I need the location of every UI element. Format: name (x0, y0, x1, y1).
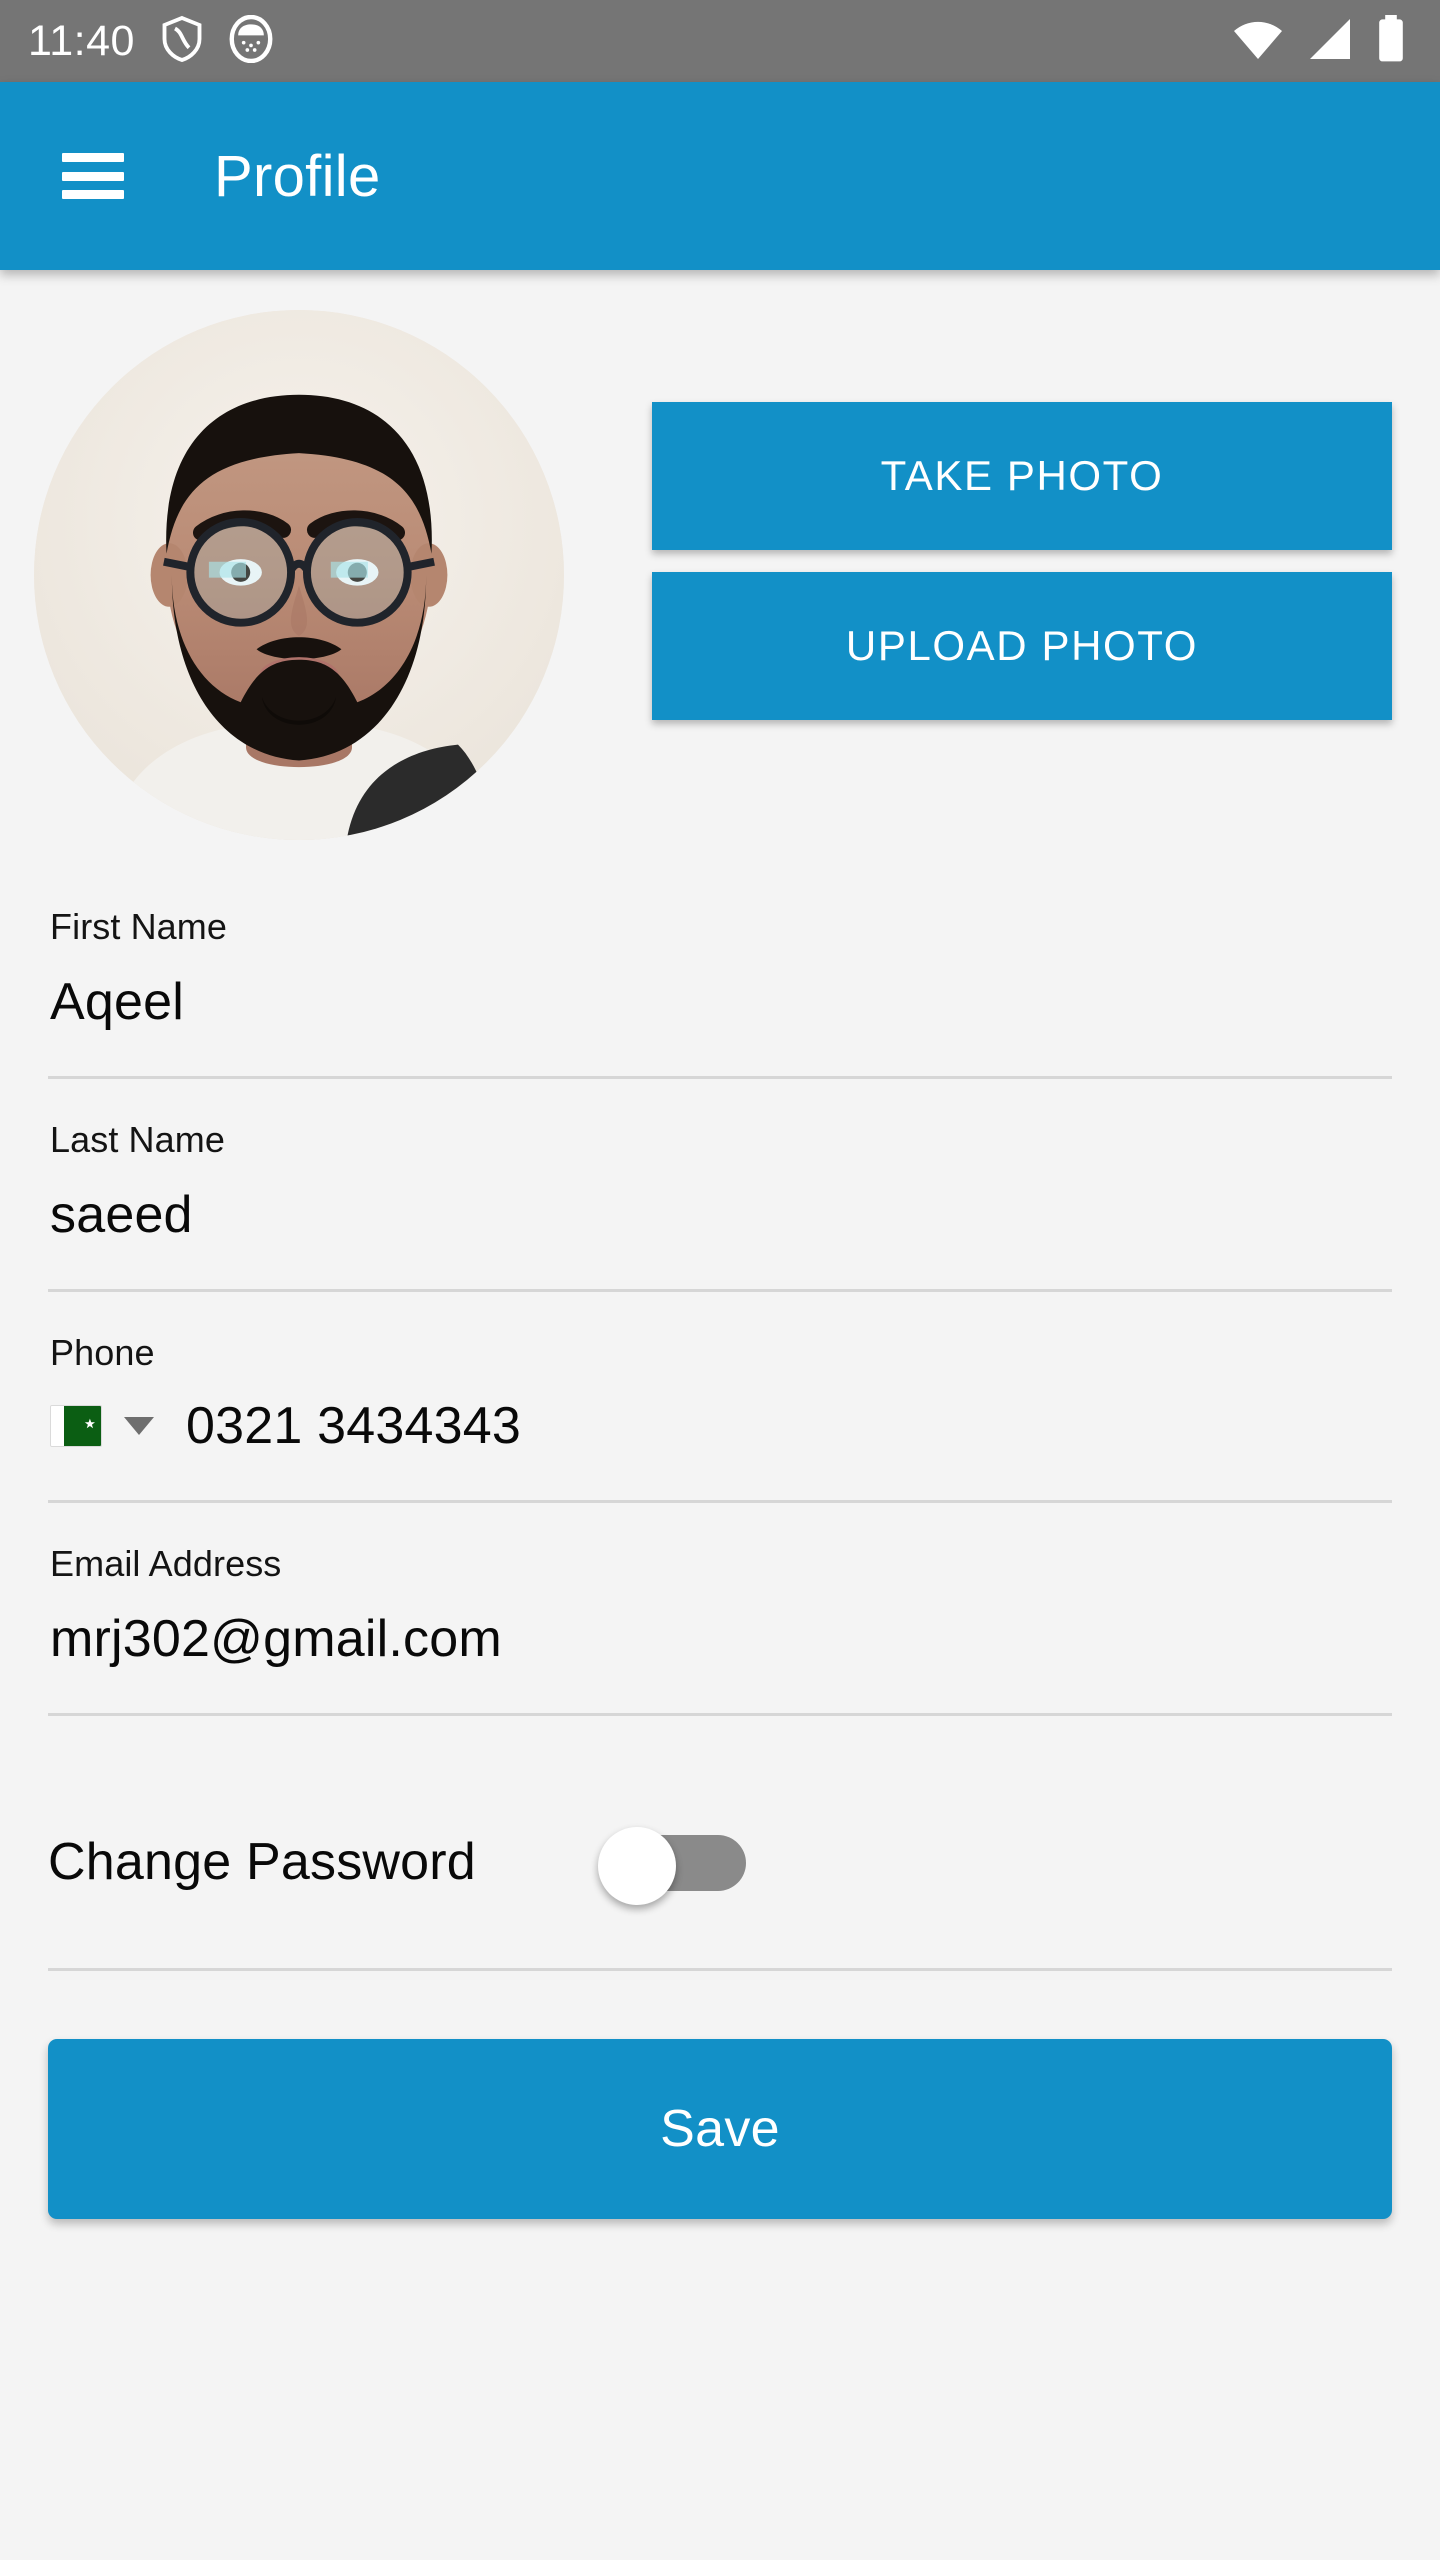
email-label: Email Address (50, 1543, 282, 1584)
profile-content: TAKE PHOTO UPLOAD PHOTO First Name Aqeel… (0, 270, 1440, 2560)
pakistan-flag-icon[interactable] (50, 1405, 102, 1447)
field-divider (48, 1713, 1392, 1716)
hamburger-line (62, 171, 124, 181)
field-divider (48, 1500, 1392, 1503)
last-name-label: Last Name (50, 1119, 225, 1160)
cellular-signal-icon (1306, 17, 1354, 66)
first-name-input[interactable]: Aqeel (48, 972, 1392, 1032)
photo-section: TAKE PHOTO UPLOAD PHOTO (34, 270, 1392, 840)
hamburger-line (62, 153, 124, 162)
battery-full-icon (1376, 14, 1406, 68)
chevron-down-icon[interactable] (124, 1417, 154, 1435)
phone-label: Phone (50, 1332, 155, 1373)
hamburger-line (62, 190, 124, 199)
phone-number-input[interactable]: 0321 3434343 (186, 1396, 521, 1456)
page-title: Profile (214, 143, 381, 209)
wifi-icon (1232, 17, 1284, 66)
field-first-name: First Name Aqeel (48, 906, 1392, 1079)
save-button[interactable]: Save (48, 2039, 1392, 2219)
profile-form: First Name Aqeel Last Name saeed Phone 0… (48, 906, 1392, 2219)
app-bar: Profile (0, 82, 1440, 270)
status-bar-left: 11:40 (28, 14, 273, 68)
status-bar-clock: 11:40 (28, 16, 135, 65)
flag-white-stripe (51, 1406, 64, 1446)
field-divider (48, 1289, 1392, 1292)
toggle-knob (598, 1827, 676, 1905)
status-bar-right (1232, 14, 1406, 68)
status-bar: 11:40 (0, 0, 1440, 82)
email-input[interactable]: mrj302@gmail.com (48, 1609, 1392, 1669)
photo-buttons: TAKE PHOTO UPLOAD PHOTO (652, 402, 1392, 720)
first-name-label: First Name (50, 906, 228, 947)
avatar[interactable] (34, 310, 564, 840)
field-divider (48, 1076, 1392, 1079)
change-password-row: Change Password (48, 1802, 1392, 1922)
last-name-input[interactable]: saeed (48, 1185, 1392, 1245)
take-photo-button[interactable]: TAKE PHOTO (652, 402, 1392, 550)
shield-icon (161, 15, 203, 68)
upload-photo-button[interactable]: UPLOAD PHOTO (652, 572, 1392, 720)
change-password-toggle[interactable] (598, 1827, 746, 1905)
field-last-name: Last Name saeed (48, 1119, 1392, 1292)
field-phone: Phone 0321 3434343 (48, 1332, 1392, 1503)
field-email: Email Address mrj302@gmail.com (48, 1543, 1392, 1716)
flag-green-field (64, 1406, 101, 1446)
hamburger-menu-icon[interactable] (62, 153, 124, 199)
section-divider (48, 1968, 1392, 1971)
browser-privacy-icon (229, 14, 273, 68)
phone-input-row: 0321 3434343 (48, 1396, 1392, 1456)
change-password-label: Change Password (48, 1833, 476, 1891)
